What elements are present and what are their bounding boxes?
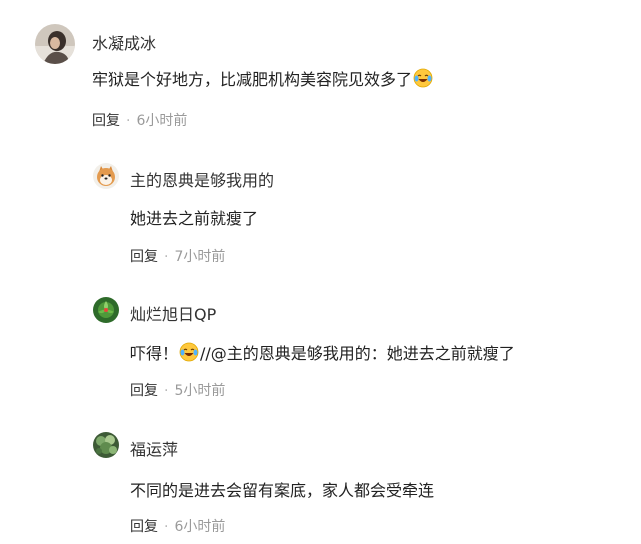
- comment-meta: 回复 · 6小时前: [92, 110, 187, 130]
- laughing-crying-emoji-icon: [413, 68, 433, 88]
- reply-time: 5小时前: [174, 383, 226, 399]
- comment-text: 牢狱是个好地方，比减肥机构美容院见效多了: [92, 66, 434, 90]
- reply-text: 吓得！ //@主的恩典是够我用的：她进去之前就瘦了: [130, 340, 515, 364]
- reply-text-body: 她进去之前就瘦了: [130, 209, 259, 228]
- meta-separator: ·: [126, 113, 131, 129]
- reply-meta: 回复 · 6小时前: [130, 516, 225, 536]
- reply-text: 她进去之前就瘦了: [130, 205, 258, 229]
- reply-item: 福运萍 不同的是进去会留有案底，家人都会受牵连 回复 · 6小时前: [0, 432, 641, 542]
- avatar-shiba-dog-icon[interactable]: [93, 163, 119, 189]
- reply-item: 灿烂旭日QP 吓得！ //@主的恩典是够我用的：她进去之前就瘦了 回复 · 5小时前: [0, 297, 641, 407]
- reply-username[interactable]: 福运萍: [130, 436, 178, 460]
- reply-username[interactable]: 灿烂旭日QP: [130, 301, 216, 325]
- reply-text-quote: //@主的恩典是够我用的：她进去之前就瘦了: [200, 344, 515, 363]
- comment-text-body: 牢狱是个好地方，比减肥机构美容院见效多了: [92, 70, 413, 89]
- laughing-crying-emoji-icon: [179, 342, 199, 362]
- comment-item: 水凝成冰 牢狱是个好地方，比减肥机构美容院见效多了 回复 · 6小时前: [0, 24, 641, 134]
- reply-meta: 回复 · 7小时前: [130, 246, 225, 266]
- reply-button[interactable]: 回复: [130, 519, 158, 535]
- reply-button[interactable]: 回复: [130, 383, 158, 399]
- reply-item: 主的恩典是够我用的 她进去之前就瘦了 回复 · 7小时前: [0, 163, 641, 273]
- reply-text-body: 不同的是进去会留有案底，家人都会受牵连: [130, 481, 435, 500]
- comment-username[interactable]: 水凝成冰: [92, 30, 156, 54]
- avatar-green-plant-icon[interactable]: [93, 297, 119, 323]
- reply-time: 6小时前: [174, 519, 226, 535]
- reply-username[interactable]: 主的恩典是够我用的: [130, 167, 274, 191]
- reply-text-prefix: 吓得！: [130, 344, 179, 363]
- avatar-green-leaves-icon[interactable]: [93, 432, 119, 458]
- reply-meta: 回复 · 5小时前: [130, 380, 225, 400]
- reply-text: 不同的是进去会留有案底，家人都会受牵连: [130, 477, 434, 501]
- reply-time: 7小时前: [174, 249, 226, 265]
- meta-separator: ·: [164, 249, 169, 265]
- meta-separator: ·: [164, 383, 169, 399]
- avatar-woman-photo-icon[interactable]: [35, 24, 75, 64]
- reply-button[interactable]: 回复: [92, 113, 120, 129]
- reply-button[interactable]: 回复: [130, 249, 158, 265]
- comment-time: 6小时前: [136, 113, 188, 129]
- meta-separator: ·: [164, 519, 169, 535]
